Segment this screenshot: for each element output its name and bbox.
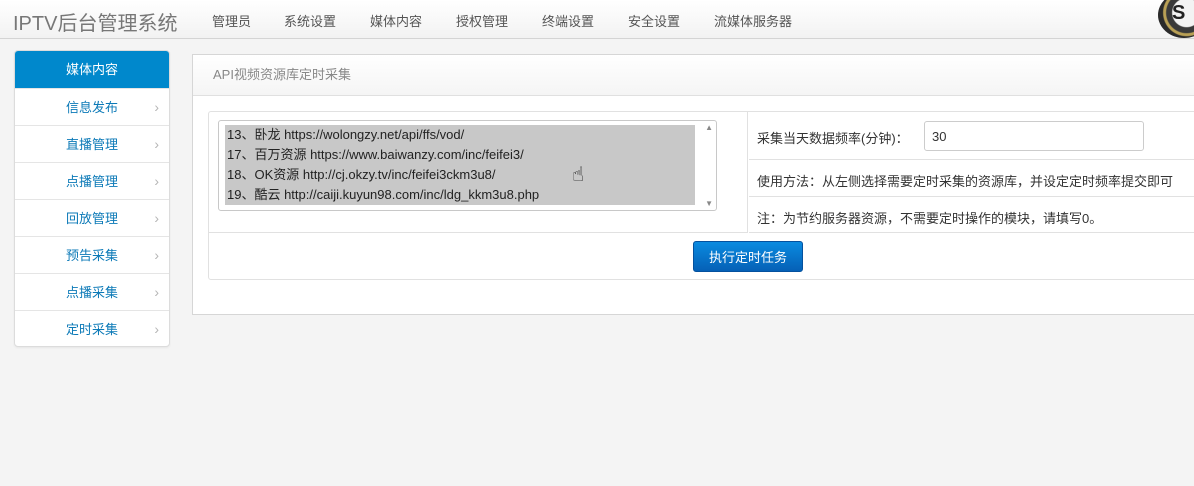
usage-row: 使用方法：从左侧选择需要定时采集的资源库，并设定定时频率提交即可 xyxy=(749,160,1194,197)
sidebar-item-label: 信息发布 xyxy=(65,100,118,115)
chevron-right-icon: › xyxy=(154,321,159,337)
scroll-down-icon[interactable]: ▼ xyxy=(705,199,713,208)
frequency-input[interactable] xyxy=(924,121,1144,151)
avatar-letter: S xyxy=(1172,2,1186,24)
sidebar-item-label: 定时采集 xyxy=(65,322,118,337)
chevron-right-icon: › xyxy=(154,247,159,263)
frequency-row: 采集当天数据频率(分钟)： xyxy=(749,112,1194,160)
source-multiselect[interactable]: 13、卧龙 https://wolongzy.net/api/ffs/vod/ … xyxy=(218,120,717,211)
source-option[interactable]: 18、OK资源 http://cj.okzy.tv/inc/feifei3ckm… xyxy=(225,165,695,185)
source-options: 13、卧龙 https://wolongzy.net/api/ffs/vod/ … xyxy=(225,125,695,205)
nav-item-admin[interactable]: 管理员 xyxy=(212,11,251,30)
sidebar-item-label: 直播管理 xyxy=(65,137,118,152)
frequency-label: 采集当天数据频率(分钟)： xyxy=(757,131,909,146)
sidebar-item-playback[interactable]: 回放管理 › xyxy=(15,199,169,236)
chevron-right-icon: › xyxy=(154,284,159,300)
nav-item-streaming-server[interactable]: 流媒体服务器 xyxy=(714,11,792,30)
source-option[interactable]: 19、酷云 http://caiji.kuyun98.com/inc/ldg_k… xyxy=(225,185,695,205)
nav-item-security-settings[interactable]: 安全设置 xyxy=(628,11,680,30)
source-select-cell: 13、卧龙 https://wolongzy.net/api/ffs/vod/ … xyxy=(209,112,748,233)
sidebar-header[interactable]: 媒体内容 xyxy=(15,51,169,88)
sidebar-item-live[interactable]: 直播管理 › xyxy=(15,125,169,162)
nav-item-terminal-settings[interactable]: 终端设置 xyxy=(542,11,594,30)
top-navbar: IPTV后台管理系统 管理员 系统设置 媒体内容 授权管理 终端设置 安全设置 … xyxy=(0,0,1194,39)
sidebar-item-vod[interactable]: 点播管理 › xyxy=(15,162,169,199)
note-row: 注：为节约服务器资源，不需要定时操作的模块，请填写0。 xyxy=(749,197,1194,233)
schedule-form: 13、卧龙 https://wolongzy.net/api/ffs/vod/ … xyxy=(208,111,1194,280)
nav-item-media-content[interactable]: 媒体内容 xyxy=(370,11,422,30)
scroll-up-icon[interactable]: ▲ xyxy=(705,123,713,132)
chevron-right-icon: › xyxy=(154,210,159,226)
main-panel: API视频资源库定时采集 13、卧龙 https://wolongzy.net/… xyxy=(192,54,1194,315)
sidebar-item-label: 预告采集 xyxy=(65,248,118,263)
app-title[interactable]: IPTV后台管理系统 xyxy=(13,7,177,36)
panel-title: API视频资源库定时采集 xyxy=(193,55,1194,96)
sidebar-item-vod-collect[interactable]: 点播采集 › xyxy=(15,273,169,310)
chevron-right-icon: › xyxy=(154,136,159,152)
run-schedule-button[interactable]: 执行定时任务 xyxy=(693,241,803,272)
nav-item-system-settings[interactable]: 系统设置 xyxy=(284,11,336,30)
sidebar: 媒体内容 信息发布 › 直播管理 › 点播管理 › 回放管理 › 预告采集 › … xyxy=(14,50,170,347)
sidebar-item-scheduled-collect[interactable]: 定时采集 › xyxy=(15,310,169,346)
hand-cursor-icon: ☝ xyxy=(572,164,585,186)
sidebar-item-news[interactable]: 信息发布 › xyxy=(15,88,169,125)
source-option[interactable]: 13、卧龙 https://wolongzy.net/api/ffs/vod/ xyxy=(225,125,695,145)
chevron-right-icon: › xyxy=(154,173,159,189)
sidebar-item-label: 点播管理 xyxy=(65,174,118,189)
sidebar-item-epg-collect[interactable]: 预告采集 › xyxy=(15,236,169,273)
note-text: 注：为节约服务器资源，不需要定时操作的模块，请填写0。 xyxy=(757,211,1103,226)
sidebar-item-label: 点播采集 xyxy=(65,285,118,300)
sidebar-item-label: 回放管理 xyxy=(65,211,118,226)
usage-text: 使用方法：从左侧选择需要定时采集的资源库，并设定定时频率提交即可 xyxy=(757,174,1174,189)
chevron-right-icon: › xyxy=(154,99,159,115)
source-option[interactable]: 17、百万资源 https://www.baiwanzy.com/inc/fei… xyxy=(225,145,695,165)
nav-item-license[interactable]: 授权管理 xyxy=(456,11,508,30)
